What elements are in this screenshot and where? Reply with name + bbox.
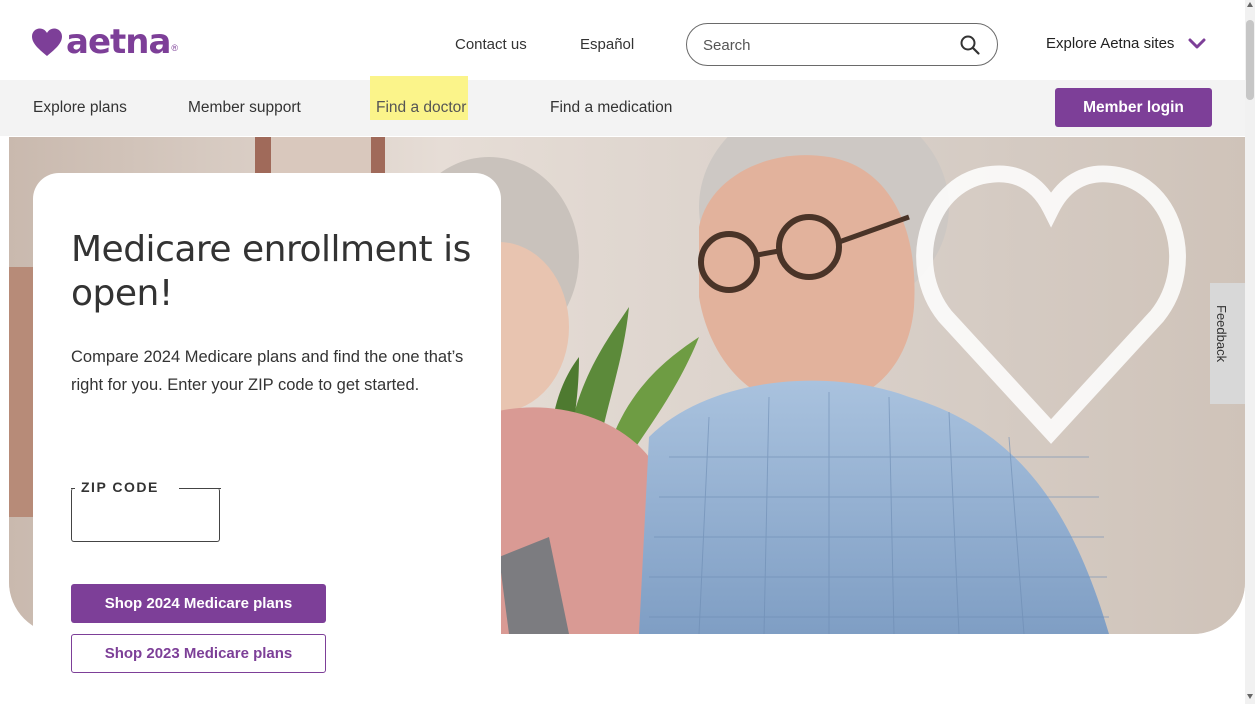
shop-2024-plans-button[interactable]: Shop 2024 Medicare plans [71, 584, 326, 623]
contact-us-link[interactable]: Contact us [455, 36, 527, 53]
nav-explore-plans[interactable]: Explore plans [33, 99, 127, 117]
page-scrollbar[interactable] [1245, 0, 1255, 704]
search-input[interactable] [703, 32, 943, 58]
scroll-down-arrow-icon[interactable] [1247, 694, 1253, 699]
site-header: aetna® Contact us Español Explore Aetna … [0, 0, 1245, 80]
member-login-button[interactable]: Member login [1055, 88, 1212, 127]
search-icon[interactable] [959, 34, 981, 56]
zip-code-field: ZIP CODE [70, 479, 221, 542]
aetna-logo[interactable]: aetna ® [30, 22, 178, 62]
logo-wordmark: aetna [66, 22, 171, 62]
scroll-up-arrow-icon[interactable] [1247, 2, 1253, 7]
explore-aetna-sites-menu[interactable]: Explore Aetna sites [1046, 35, 1206, 52]
nav-find-a-doctor[interactable]: Find a doctor [370, 76, 469, 120]
feedback-label: Feedback [1214, 305, 1229, 363]
zip-code-input[interactable] [78, 498, 212, 534]
heart-icon [32, 28, 62, 56]
hero-description: Compare 2024 Medicare plans and find the… [71, 348, 464, 394]
scrollbar-thumb[interactable] [1246, 20, 1254, 100]
nav-find-a-medication[interactable]: Find a medication [550, 99, 672, 117]
zip-code-label: ZIP CODE [81, 479, 159, 495]
nav-member-support[interactable]: Member support [188, 99, 301, 117]
hero-heading: Medicare enrollment is open! [71, 229, 471, 314]
main-nav: Explore plans Member support Find a doct… [0, 76, 1245, 136]
espanol-link[interactable]: Español [580, 36, 634, 53]
shop-2023-plans-button[interactable]: Shop 2023 Medicare plans [71, 634, 326, 673]
search-box [686, 23, 998, 66]
enrollment-card: Medicare enrollment is open! Compare 202… [33, 173, 501, 704]
explore-sites-label: Explore Aetna sites [1046, 35, 1175, 52]
chevron-down-icon [1188, 38, 1206, 48]
feedback-tab[interactable]: Feedback [1210, 283, 1245, 404]
registered-mark: ® [171, 43, 179, 53]
